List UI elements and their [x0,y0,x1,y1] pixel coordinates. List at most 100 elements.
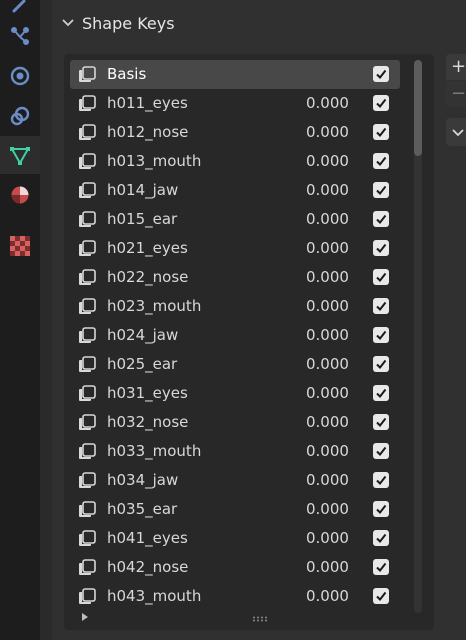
texture-icon [10,236,30,256]
shape-key-row[interactable]: h035_ear 0.000 [70,495,400,524]
mute-checkbox[interactable] [373,95,389,111]
shape-key-specials-button[interactable] [446,118,466,146]
tab-object-data[interactable] [0,136,40,174]
mute-checkbox[interactable] [373,472,389,488]
shape-key-icon [79,211,96,227]
mute-checkbox[interactable] [373,240,389,256]
shape-key-row[interactable]: h013_mouth 0.000 [70,147,400,176]
expand-filter-icon[interactable] [80,612,90,622]
shape-key-name[interactable]: h021_eyes [107,234,188,263]
tab-physics[interactable] [0,57,40,95]
mute-checkbox[interactable] [373,327,389,343]
shape-key-row[interactable]: h014_jaw 0.000 [70,176,400,205]
shape-key-row[interactable]: h042_nose 0.000 [70,553,400,582]
shape-key-icon [79,153,96,169]
shape-key-value[interactable]: 0.000 [306,147,349,176]
list-scrollbar[interactable] [414,60,422,613]
shape-key-row[interactable]: h034_jaw 0.000 [70,466,400,495]
shape-key-row[interactable]: h031_eyes 0.000 [70,379,400,408]
shape-key-name[interactable]: h023_mouth [107,292,201,321]
shape-key-name[interactable]: h014_jaw [107,176,178,205]
mute-checkbox[interactable] [373,182,389,198]
shape-key-name[interactable]: h031_eyes [107,379,188,408]
shape-key-value[interactable]: 0.000 [306,408,349,437]
shape-key-row[interactable]: h022_nose 0.000 [70,263,400,292]
shape-key-value[interactable]: 0.000 [306,263,349,292]
mute-checkbox[interactable] [373,559,389,575]
mute-checkbox[interactable] [373,443,389,459]
shape-key-value[interactable]: 0.000 [306,321,349,350]
shape-key-name[interactable]: h024_jaw [107,321,178,350]
shape-key-name[interactable]: h013_mouth [107,147,201,176]
tab-constraints[interactable] [0,97,40,135]
particles-icon [11,27,29,45]
shape-key-name[interactable]: h022_nose [107,263,188,292]
scrollbar-thumb[interactable] [414,60,422,156]
shape-key-row[interactable]: h011_eyes 0.000 [70,89,400,118]
shape-key-name[interactable]: h032_nose [107,408,188,437]
shape-key-name[interactable]: h034_jaw [107,466,178,495]
mute-checkbox[interactable] [373,588,389,604]
shape-key-value[interactable]: 0.000 [306,118,349,147]
shape-key-row[interactable]: h041_eyes 0.000 [70,524,400,553]
mute-checkbox[interactable] [373,385,389,401]
shape-key-name[interactable]: Basis [107,60,146,89]
shape-key-name[interactable]: h033_mouth [107,437,201,466]
shape-key-row[interactable]: h012_nose 0.000 [70,118,400,147]
mute-checkbox[interactable] [373,530,389,546]
shape-key-value[interactable]: 0.000 [306,350,349,379]
shape-key-row[interactable]: h024_jaw 0.000 [70,321,400,350]
shape-keys-list: Basis h011_eyes 0.000 h012_nose 0.000 h013_mo… [64,54,434,630]
shape-key-row[interactable]: h043_mouth 0.000 [70,582,400,611]
shape-key-row[interactable]: Basis [70,60,400,89]
mute-checkbox[interactable] [373,211,389,227]
remove-label: − [451,83,466,104]
shape-key-value[interactable]: 0.000 [306,582,349,611]
shape-key-value[interactable]: 0.000 [306,495,349,524]
shape-key-name[interactable]: h015_ear [107,205,177,234]
mute-checkbox[interactable] [373,356,389,372]
shape-key-row[interactable]: h021_eyes 0.000 [70,234,400,263]
resize-grip-icon[interactable] [252,616,270,622]
remove-shape-key-button[interactable]: − [446,81,466,107]
shape-key-row[interactable]: h032_nose 0.000 [70,408,400,437]
shape-key-value[interactable]: 0.000 [306,176,349,205]
tab-particles[interactable] [0,17,40,55]
shape-key-value[interactable]: 0.000 [306,205,349,234]
shape-key-name[interactable]: h035_ear [107,495,177,524]
mute-checkbox[interactable] [373,298,389,314]
shape-key-row[interactable]: h025_ear 0.000 [70,350,400,379]
shape-key-value[interactable]: 0.000 [306,379,349,408]
tab-material[interactable] [0,176,40,214]
shape-key-name[interactable]: h025_ear [107,350,177,379]
mute-checkbox[interactable] [373,153,389,169]
shape-key-value[interactable]: 0.000 [306,234,349,263]
shape-key-name[interactable]: h041_eyes [107,524,188,553]
mute-checkbox[interactable] [373,501,389,517]
shape-key-value[interactable]: 0.000 [306,437,349,466]
shape-key-value[interactable]: 0.000 [306,292,349,321]
shape-key-icon [79,269,96,285]
shape-key-value[interactable]: 0.000 [306,466,349,495]
mute-checkbox[interactable] [373,124,389,140]
shape-key-row[interactable]: h015_ear 0.000 [70,205,400,234]
chevron-down-icon [62,17,74,29]
shape-key-value[interactable]: 0.000 [306,89,349,118]
shape-key-row[interactable]: h033_mouth 0.000 [70,437,400,466]
shape-key-value[interactable]: 0.000 [306,553,349,582]
shape-key-name[interactable]: h012_nose [107,118,188,147]
mute-checkbox[interactable] [373,66,389,82]
material-icon [11,186,29,204]
panel-header[interactable]: Shape Keys [52,8,466,38]
shape-key-name[interactable]: h042_nose [107,553,188,582]
mute-checkbox[interactable] [373,269,389,285]
tab-texture[interactable] [0,227,40,265]
shape-key-icon [79,501,96,517]
shape-key-value[interactable]: 0.000 [306,524,349,553]
mute-checkbox[interactable] [373,414,389,430]
checkmark-icon [376,272,387,283]
shape-key-name[interactable]: h043_mouth [107,582,201,611]
add-shape-key-button[interactable]: + [446,54,466,80]
shape-key-row[interactable]: h023_mouth 0.000 [70,292,400,321]
shape-key-name[interactable]: h011_eyes [107,89,188,118]
